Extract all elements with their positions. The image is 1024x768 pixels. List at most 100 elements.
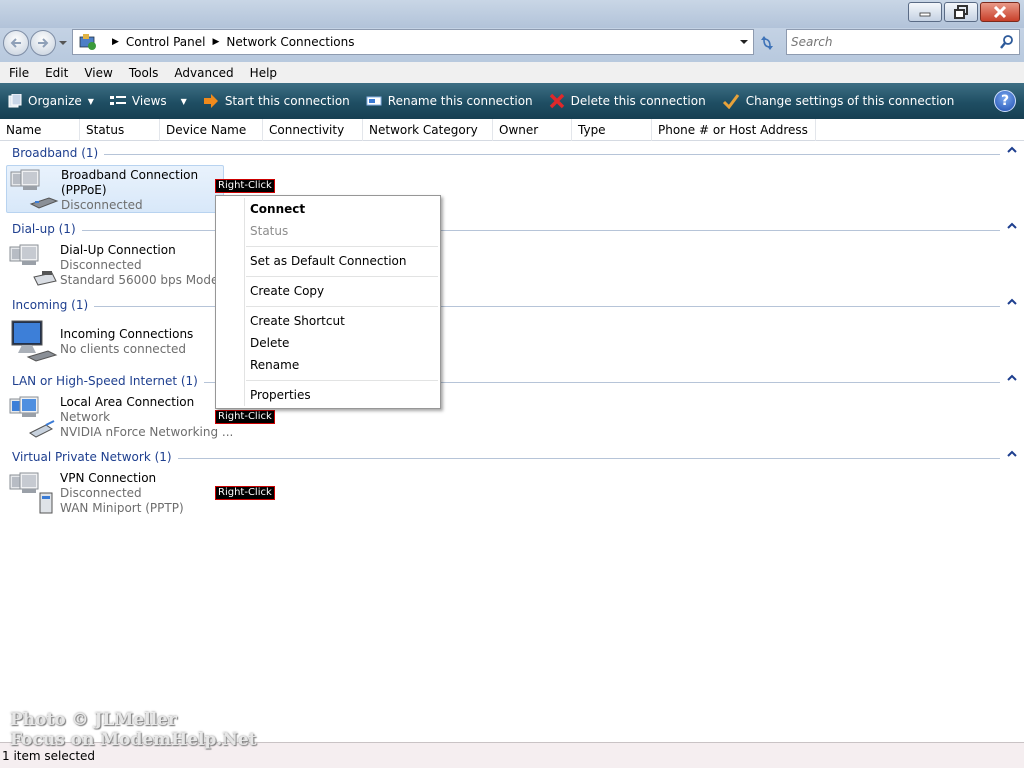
rename-connection-label: Rename this connection — [387, 94, 533, 108]
menu-advanced[interactable]: Advanced — [165, 66, 240, 80]
help-button[interactable]: ? — [994, 90, 1016, 112]
breadcrumb-chevron-icon[interactable]: ▶ — [213, 37, 220, 47]
column-name[interactable]: Name — [0, 119, 80, 141]
group-divider — [12, 230, 1000, 231]
start-connection-label: Start this connection — [224, 94, 350, 108]
menu-item-status: Status — [250, 224, 289, 238]
column-type[interactable]: Type — [572, 119, 652, 141]
lan-network-icon — [9, 396, 55, 438]
menu-help[interactable]: Help — [241, 66, 284, 80]
incoming-connection-icon — [11, 320, 58, 362]
menu-tools[interactable]: Tools — [120, 66, 166, 80]
views-label: Views — [131, 94, 167, 108]
menu-item-connect[interactable]: Connect — [250, 202, 305, 216]
arrow-right-icon — [203, 94, 219, 108]
search-box[interactable] — [786, 29, 1020, 55]
column-header-row: Name Status Device Name Connectivity Net… — [0, 119, 1024, 141]
column-phone-host[interactable]: Phone # or Host Address — [652, 119, 816, 141]
breadcrumb-control-panel[interactable]: Control Panel — [126, 35, 206, 49]
menu-item-properties[interactable]: Properties — [250, 388, 311, 402]
menu-separator — [246, 306, 438, 307]
menu-file[interactable]: File — [0, 66, 36, 80]
collapse-caret-icon[interactable] — [1007, 374, 1017, 382]
views-icon — [109, 95, 126, 107]
dial-up-modem-icon — [9, 244, 57, 286]
item-name: Local Area Connection — [60, 395, 195, 409]
search-icon[interactable] — [999, 34, 1015, 50]
minimize-button[interactable] — [908, 2, 942, 22]
vpn-connection-icon — [9, 472, 53, 514]
item-device: NVIDIA nForce Networking ... — [60, 425, 234, 439]
group-title: LAN or High-Speed Internet (1) — [12, 374, 204, 388]
group-header-lan[interactable]: LAN or High-Speed Internet (1) — [0, 371, 1024, 391]
rename-icon — [366, 95, 382, 107]
list-item-vpn-connection[interactable]: VPN Connection Disconnected WAN Miniport… — [6, 469, 224, 517]
collapse-caret-icon[interactable] — [1007, 146, 1017, 154]
item-status: Disconnected — [60, 486, 142, 500]
list-item-local-area-connection[interactable]: Local Area Connection Network NVIDIA nFo… — [6, 393, 233, 441]
forward-button[interactable] — [30, 30, 56, 56]
group-title: Broadband (1) — [12, 146, 105, 160]
item-name: Incoming Connections — [60, 327, 194, 341]
menu-separator — [246, 246, 438, 247]
list-item-broadband-connection[interactable]: Broadband Connection (PPPoE) Disconnecte… — [6, 165, 224, 213]
restore-icon — [954, 5, 968, 19]
rename-connection-button[interactable]: Rename this connection — [358, 83, 541, 119]
back-button[interactable] — [3, 30, 29, 56]
column-device-name[interactable]: Device Name — [160, 119, 263, 141]
group-divider — [12, 154, 1000, 155]
menu-bar: File Edit View Tools Advanced Help — [0, 62, 1024, 83]
column-connectivity[interactable]: Connectivity — [263, 119, 363, 141]
item-status: Network — [60, 410, 111, 424]
column-owner[interactable]: Owner — [493, 119, 572, 141]
column-network-category[interactable]: Network Category — [363, 119, 493, 141]
close-button[interactable] — [980, 2, 1020, 22]
control-panel-icon — [79, 34, 96, 50]
delete-connection-button[interactable]: Delete this connection — [541, 83, 714, 119]
change-settings-button[interactable]: Change settings of this connection — [714, 83, 963, 119]
collapse-caret-icon[interactable] — [1007, 450, 1017, 458]
list-item-dial-up-connection[interactable]: Dial-Up Connection Disconnected Standard… — [6, 241, 230, 289]
item-name: Broadband Connection — [61, 168, 199, 182]
menu-item-create-copy[interactable]: Create Copy — [250, 284, 324, 298]
item-status: No clients connected — [60, 342, 186, 356]
group-header-dial-up[interactable]: Dial-up (1) — [0, 219, 1024, 239]
breadcrumb-chevron-icon[interactable]: ▶ — [112, 37, 119, 47]
menu-gutter — [244, 198, 245, 406]
minimize-icon — [919, 12, 931, 17]
change-settings-label: Change settings of this connection — [745, 94, 955, 108]
item-name: VPN Connection — [60, 471, 157, 485]
menu-edit[interactable]: Edit — [36, 66, 75, 80]
menu-item-delete[interactable]: Delete — [250, 336, 289, 350]
breadcrumb-network-connections[interactable]: Network Connections — [226, 35, 354, 49]
group-header-vpn[interactable]: Virtual Private Network (1) — [0, 447, 1024, 467]
window-controls — [908, 2, 1020, 22]
refresh-icon[interactable] — [756, 32, 778, 54]
list-item-incoming-connections[interactable]: Incoming Connections No clients connecte… — [6, 317, 224, 365]
group-title: Virtual Private Network (1) — [12, 450, 178, 464]
recent-pages-dropdown-icon[interactable] — [58, 39, 68, 47]
search-input[interactable] — [791, 31, 991, 53]
group-title: Dial-up (1) — [12, 222, 82, 236]
menu-item-create-shortcut[interactable]: Create Shortcut — [250, 314, 345, 328]
group-header-broadband[interactable]: Broadband (1) — [0, 143, 1024, 163]
organize-button[interactable]: Organize ▼ — [0, 83, 102, 119]
views-button[interactable]: Views ▼ — [102, 83, 195, 119]
organize-label: Organize — [28, 94, 82, 108]
group-header-incoming[interactable]: Incoming (1) — [0, 295, 1024, 315]
start-connection-button[interactable]: Start this connection — [195, 83, 358, 119]
group-divider — [12, 306, 1000, 307]
restore-button[interactable] — [944, 2, 978, 22]
checkmark-settings-icon — [722, 93, 740, 109]
menu-view[interactable]: View — [75, 66, 119, 80]
menu-item-set-default[interactable]: Set as Default Connection — [250, 254, 407, 268]
address-bar[interactable]: ▶ Control Panel ▶ Network Connections — [72, 29, 754, 55]
address-dropdown-icon[interactable] — [739, 38, 749, 46]
item-details: Local Area Connection Network NVIDIA nFo… — [60, 395, 233, 440]
collapse-caret-icon[interactable] — [1007, 222, 1017, 230]
menu-item-rename[interactable]: Rename — [250, 358, 299, 372]
column-status[interactable]: Status — [80, 119, 160, 141]
close-icon — [993, 6, 1007, 18]
address-row: ▶ Control Panel ▶ Network Connections — [0, 28, 1024, 62]
collapse-caret-icon[interactable] — [1007, 298, 1017, 306]
